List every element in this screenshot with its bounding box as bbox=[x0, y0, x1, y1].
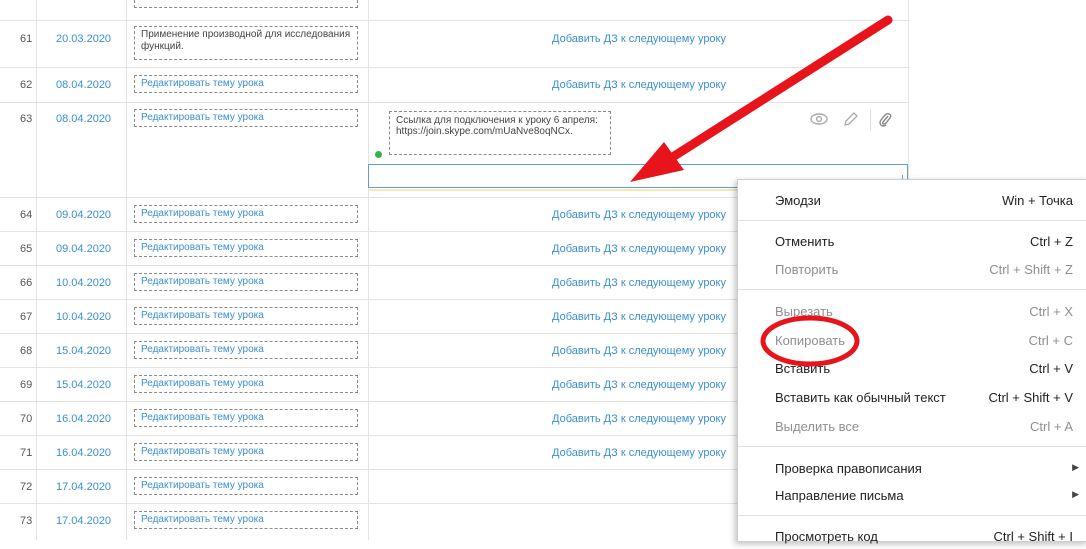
lesson-date[interactable]: 20.03.2020 bbox=[56, 33, 111, 45]
edit-topic-link[interactable]: Редактировать тему урока bbox=[134, 109, 358, 127]
lesson-date[interactable]: 08.04.2020 bbox=[56, 79, 111, 91]
lesson-date[interactable]: 17.04.2020 bbox=[56, 515, 111, 527]
menu-item-emoji[interactable]: Эмодзи Win + Точка bbox=[738, 193, 1086, 213]
menu-item-label: Проверка правописания bbox=[775, 461, 922, 476]
edit-topic-link[interactable]: Редактировать тему урока bbox=[134, 239, 358, 257]
lesson-number: 68 bbox=[20, 345, 33, 357]
lesson-number: 61 bbox=[20, 33, 33, 45]
menu-item-shortcut: Ctrl + Z bbox=[1030, 234, 1073, 249]
menu-item-shortcut: Ctrl + X bbox=[1029, 304, 1073, 319]
online-status-dot bbox=[375, 151, 382, 158]
menu-item-copy[interactable]: Копировать Ctrl + C bbox=[738, 333, 1086, 353]
pencil-icon[interactable] bbox=[842, 112, 858, 132]
add-homework-link[interactable]: Добавить ДЗ к следующему уроку bbox=[369, 33, 909, 45]
lesson-date[interactable]: 15.04.2020 bbox=[56, 345, 111, 357]
context-menu: Эмодзи Win + Точка Отменить Ctrl + Z Пов… bbox=[737, 179, 1086, 544]
menu-item-select-all[interactable]: Выделить все Ctrl + A bbox=[738, 419, 1086, 439]
menu-item-label: Повторить bbox=[775, 262, 839, 277]
lesson-date[interactable]: 17.04.2020 bbox=[56, 481, 111, 493]
previous-topic-box bbox=[134, 0, 358, 8]
lesson-date[interactable]: 15.04.2020 bbox=[56, 379, 111, 391]
menu-item-label: Копировать bbox=[775, 333, 845, 348]
menu-separator bbox=[738, 289, 1086, 290]
edit-topic-link[interactable]: Редактировать тему урока bbox=[134, 511, 358, 529]
homework-note[interactable]: Ссылка для подключения к уроку 6 апреля:… bbox=[389, 111, 611, 155]
edit-topic-link[interactable]: Редактировать тему урока bbox=[134, 409, 358, 427]
submenu-arrow-icon: ▶ bbox=[1072, 462, 1079, 472]
menu-item-writing-direction[interactable]: Направление письма ▶ bbox=[738, 488, 1086, 508]
menu-item-inspect[interactable]: Просмотреть код Ctrl + Shift + I bbox=[738, 529, 1086, 549]
lesson-number: 62 bbox=[20, 79, 33, 91]
menu-item-label: Вставить bbox=[775, 361, 831, 376]
menu-item-shortcut: Ctrl + C bbox=[1028, 333, 1073, 348]
lesson-date[interactable]: 10.04.2020 bbox=[56, 277, 111, 289]
lesson-number: 73 bbox=[20, 515, 33, 527]
menu-item-shortcut: Ctrl + A bbox=[1030, 419, 1073, 434]
edit-topic-link[interactable]: Редактировать тему урока bbox=[134, 205, 358, 223]
edit-topic-link[interactable]: Редактировать тему урока bbox=[134, 477, 358, 495]
menu-item-label: Отменить bbox=[775, 234, 835, 249]
table-row: 62 08.04.2020 Редактировать тему урока Д… bbox=[0, 67, 908, 103]
menu-item-paste[interactable]: Вставить Ctrl + V bbox=[738, 361, 1086, 381]
menu-item-label: Вставить как обычный текст bbox=[775, 390, 946, 405]
menu-item-label: Выделить все bbox=[775, 419, 860, 434]
lesson-date[interactable]: 10.04.2020 bbox=[56, 311, 111, 323]
add-homework-link[interactable]: Добавить ДЗ к следующему уроку bbox=[369, 79, 909, 91]
edit-topic-link[interactable]: Редактировать тему урока bbox=[134, 443, 358, 461]
paperclip-icon[interactable] bbox=[878, 112, 892, 132]
menu-item-shortcut: Ctrl + V bbox=[1029, 361, 1073, 376]
edit-topic-link[interactable]: Редактировать тему урока bbox=[134, 307, 358, 325]
menu-separator bbox=[738, 515, 1086, 516]
menu-item-cut[interactable]: Вырезать Ctrl + X bbox=[738, 304, 1086, 324]
lesson-number: 72 bbox=[20, 481, 33, 493]
menu-item-undo[interactable]: Отменить Ctrl + Z bbox=[738, 234, 1086, 254]
lesson-date[interactable]: 16.04.2020 bbox=[56, 447, 111, 459]
edit-topic-link[interactable]: Редактировать тему урока bbox=[134, 273, 358, 291]
menu-separator bbox=[738, 220, 1086, 221]
lesson-topic[interactable]: Применение производной для исследования … bbox=[134, 26, 358, 60]
menu-item-shortcut: Win + Точка bbox=[1001, 193, 1073, 208]
menu-item-paste-plain[interactable]: Вставить как обычный текст Ctrl + Shift … bbox=[738, 390, 1086, 410]
menu-item-label: Направление письма bbox=[775, 488, 904, 503]
menu-item-label: Эмодзи bbox=[775, 193, 821, 208]
lesson-date[interactable]: 08.04.2020 bbox=[56, 113, 111, 125]
menu-separator bbox=[738, 446, 1086, 447]
table-row: 61 20.03.2020 Применение производной для… bbox=[0, 20, 908, 68]
eye-icon[interactable] bbox=[810, 112, 828, 130]
menu-item-redo[interactable]: Повторить Ctrl + Shift + Z bbox=[738, 262, 1086, 282]
menu-item-shortcut: Ctrl + Shift + I bbox=[993, 529, 1073, 544]
edit-topic-link[interactable]: Редактировать тему урока bbox=[134, 75, 358, 93]
lesson-number: 69 bbox=[20, 379, 33, 391]
lesson-number: 63 bbox=[20, 113, 33, 125]
menu-item-shortcut: Ctrl + Shift + V bbox=[988, 390, 1073, 405]
menu-item-spellcheck[interactable]: Проверка правописания ▶ bbox=[738, 461, 1086, 481]
lesson-date[interactable]: 09.04.2020 bbox=[56, 243, 111, 255]
lesson-number: 65 bbox=[20, 243, 33, 255]
edit-topic-link[interactable]: Редактировать тему урока bbox=[134, 341, 358, 359]
lesson-number: 64 bbox=[20, 209, 33, 221]
lesson-date[interactable]: 16.04.2020 bbox=[56, 413, 111, 425]
lesson-number: 67 bbox=[20, 311, 33, 323]
menu-item-label: Просмотреть код bbox=[775, 529, 878, 544]
lesson-number: 66 bbox=[20, 277, 33, 289]
lesson-number: 70 bbox=[20, 413, 33, 425]
edit-topic-link[interactable]: Редактировать тему урока bbox=[134, 375, 358, 393]
lesson-number: 71 bbox=[20, 447, 33, 459]
submenu-arrow-icon: ▶ bbox=[1072, 489, 1079, 499]
menu-item-label: Вырезать bbox=[775, 304, 833, 319]
icon-divider bbox=[870, 110, 871, 130]
menu-item-shortcut: Ctrl + Shift + Z bbox=[989, 262, 1073, 277]
lesson-date[interactable]: 09.04.2020 bbox=[56, 209, 111, 221]
